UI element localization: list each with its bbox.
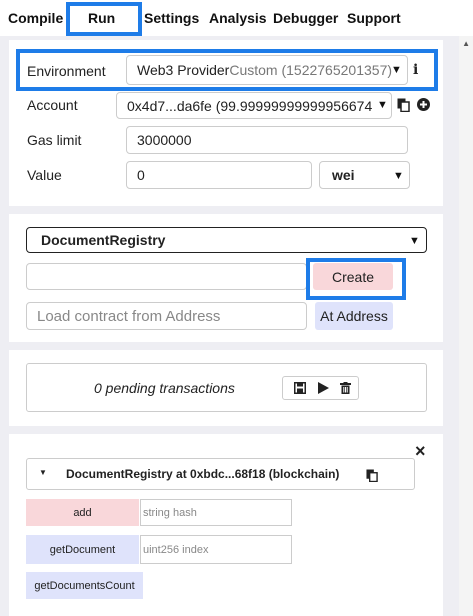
constructor-args-input[interactable] (26, 263, 307, 290)
value-label: Value (27, 167, 62, 183)
pending-panel: 0 pending transactions (9, 350, 443, 426)
create-highlight (306, 258, 406, 300)
environment-highlight (16, 49, 438, 91)
function-getdocumentscount-button[interactable]: getDocumentsCount (26, 572, 143, 599)
gas-limit-value: 3000000 (137, 132, 192, 148)
function-getdocument-label: getDocument (49, 543, 116, 556)
at-address-input[interactable]: Load contract from Address (26, 302, 307, 330)
copy-icon[interactable] (397, 98, 410, 112)
contract-select-value: DocumentRegistry (41, 232, 166, 248)
tab-settings[interactable]: Settings (144, 10, 199, 26)
tab-compile[interactable]: Compile (8, 10, 63, 26)
caret-down-icon[interactable]: ▼ (39, 468, 47, 477)
scroll-up-icon[interactable]: ▲ (462, 39, 470, 48)
tab-analysis[interactable]: Analysis (209, 10, 267, 26)
function-add-input[interactable]: string hash (140, 499, 292, 526)
recorder-controls (282, 376, 359, 400)
account-value: 0x4d7...da6fe (99.99999999999956674 (127, 97, 373, 114)
function-add-placeholder: string hash (143, 506, 197, 519)
save-icon[interactable] (294, 382, 306, 394)
gas-limit-input[interactable]: 3000000 (126, 126, 408, 154)
contract-select[interactable]: DocumentRegistry (26, 227, 427, 253)
at-address-label: At Address (320, 308, 388, 324)
function-getdocument-placeholder: uint256 index (143, 543, 209, 556)
pending-box: 0 pending transactions (26, 363, 427, 412)
copy-icon[interactable] (366, 469, 378, 482)
value-value: 0 (137, 167, 145, 183)
function-getdocument-button[interactable]: getDocument (26, 535, 139, 564)
function-add-button[interactable]: add (26, 499, 139, 526)
scrollbar[interactable] (459, 36, 473, 616)
at-address-button[interactable]: At Address (315, 302, 393, 330)
value-input[interactable]: 0 (126, 161, 312, 189)
run-tab-highlight (66, 2, 142, 36)
tab-debugger[interactable]: Debugger (273, 10, 338, 26)
function-getdocumentscount-label: getDocumentsCount (34, 579, 135, 592)
function-getdocument-input[interactable]: uint256 index (140, 535, 292, 564)
chevron-down-icon: ▼ (393, 170, 404, 182)
instance-title: DocumentRegistry at 0xbdc...68f18 (block… (66, 467, 340, 481)
trash-icon[interactable] (340, 382, 351, 394)
tab-support[interactable]: Support (347, 10, 401, 26)
at-address-placeholder: Load contract from Address (37, 307, 221, 325)
chevron-down-icon: ▼ (375, 99, 388, 111)
function-add-label: add (73, 506, 92, 519)
chevron-down-icon: ▼ (409, 235, 420, 247)
play-icon[interactable] (318, 382, 329, 394)
account-select[interactable]: 0x4d7...da6fe (99.99999999999956674 (116, 92, 392, 119)
gas-limit-label: Gas limit (27, 132, 82, 148)
instance-header[interactable]: ▼ DocumentRegistry at 0xbdc...68f18 (blo… (26, 458, 415, 490)
instance-panel: × ▼ DocumentRegistry at 0xbdc...68f18 (b… (9, 434, 443, 616)
account-label: Account (27, 97, 78, 113)
pending-transactions-text: 0 pending transactions (94, 380, 235, 396)
close-icon[interactable]: × (415, 442, 426, 460)
unit-value: wei (332, 167, 355, 183)
plus-circle-icon[interactable] (417, 98, 430, 111)
